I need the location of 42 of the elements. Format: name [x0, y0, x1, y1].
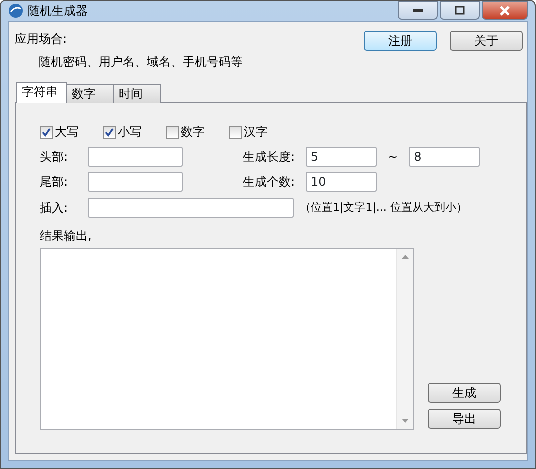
- window-title: 随机生成器: [28, 3, 88, 20]
- checkbox-label: 大写: [55, 124, 79, 141]
- minimize-button[interactable]: [398, 1, 438, 20]
- length-max-field[interactable]: 8: [409, 147, 480, 167]
- tab[interactable]: 字符串: [16, 82, 67, 103]
- generate-button[interactable]: 生成: [428, 383, 501, 403]
- checkbox[interactable]: [40, 126, 53, 138]
- hint-text: （位置1|文字1|... 位置从大到小）: [300, 200, 468, 216]
- close-button[interactable]: [482, 1, 528, 20]
- about-button[interactable]: 关于: [450, 31, 523, 51]
- scroll-up-icon[interactable]: [402, 255, 408, 259]
- checkbox-label: 汉字: [244, 124, 268, 141]
- output-label: 结果输出,: [40, 228, 92, 245]
- field-label: 插入:: [40, 200, 70, 217]
- insert-field[interactable]: [88, 198, 294, 218]
- checkbox[interactable]: [103, 126, 116, 138]
- field-label: 生成个数:: [243, 174, 296, 191]
- count-field[interactable]: 10: [306, 172, 377, 192]
- close-icon: [499, 6, 511, 16]
- head-field[interactable]: [88, 147, 183, 167]
- checkbox[interactable]: [229, 126, 242, 138]
- tab[interactable]: 时间: [113, 84, 161, 103]
- checkbox-label: 数字: [181, 124, 205, 141]
- scrollbar[interactable]: [396, 249, 413, 429]
- length-min-field[interactable]: 5: [306, 147, 377, 167]
- register-button[interactable]: 注册: [364, 31, 437, 51]
- scroll-down-icon[interactable]: [402, 419, 408, 423]
- field-label: 生成长度:: [243, 149, 296, 166]
- maximize-button[interactable]: [440, 1, 480, 20]
- globe-icon: [8, 3, 24, 19]
- checkbox[interactable]: [166, 126, 179, 138]
- usage-label: 应用场合:: [15, 31, 68, 48]
- field-label: 头部:: [40, 149, 70, 166]
- tail-field[interactable]: [88, 172, 183, 192]
- export-button[interactable]: 导出: [428, 409, 501, 429]
- maximize-icon: [455, 6, 465, 15]
- tab[interactable]: 数字: [66, 84, 114, 103]
- minimize-icon: [413, 8, 423, 12]
- field-label: 尾部:: [40, 174, 70, 191]
- usage-description: 随机密码、用户名、域名、手机号码等: [39, 54, 243, 71]
- checkbox-label: 小写: [118, 124, 142, 141]
- range-separator: ~: [388, 149, 398, 166]
